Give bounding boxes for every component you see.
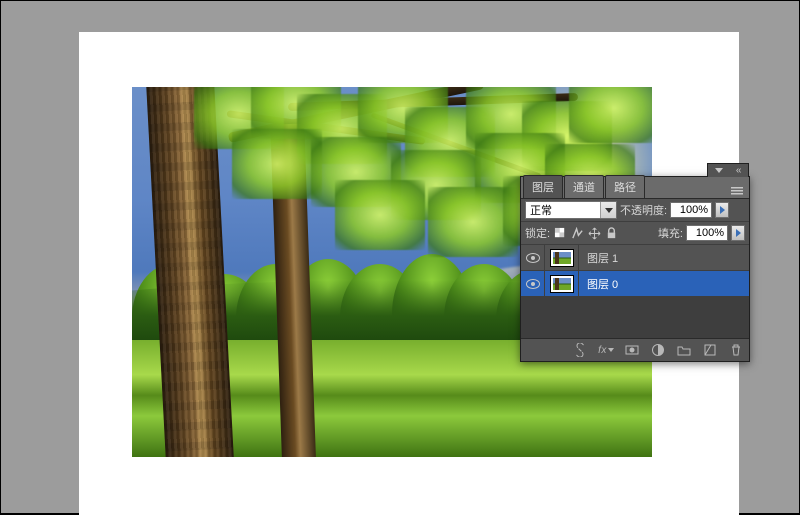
fill-label: 填充: (658, 225, 683, 241)
tab-layers[interactable]: 图层 (523, 175, 563, 198)
panel-footer: fx (521, 339, 749, 361)
lock-pixels-button[interactable] (570, 226, 584, 240)
fill-value[interactable]: 100% (686, 225, 728, 241)
opacity-label: 不透明度: (620, 202, 667, 218)
layers-empty-area[interactable] (521, 297, 749, 339)
panel-menu-button[interactable] (725, 186, 749, 198)
layer-name[interactable]: 图层 1 (579, 250, 618, 266)
layer-group-button[interactable] (675, 341, 693, 359)
layer-name[interactable]: 图层 0 (579, 276, 618, 292)
adjustment-layer-button[interactable] (649, 341, 667, 359)
workspace: « 图层 通道 路径 正常 不透明度: 100% 锁定: 填充: 100% (0, 0, 800, 514)
layer-row[interactable]: 图层 1 (521, 245, 749, 271)
panel-handle[interactable]: « (707, 163, 749, 177)
menu-icon (731, 187, 743, 195)
visibility-toggle[interactable] (521, 245, 545, 270)
lock-all-button[interactable] (604, 226, 618, 240)
layers-panel: « 图层 通道 路径 正常 不透明度: 100% 锁定: 填充: 100% (520, 176, 750, 362)
blend-opacity-row: 正常 不透明度: 100% (521, 199, 749, 222)
lock-transparency-button[interactable] (553, 226, 567, 240)
delete-layer-button[interactable] (727, 341, 745, 359)
layer-thumbnail[interactable] (545, 271, 579, 296)
lock-label: 锁定: (525, 225, 550, 241)
fx-icon: fx (598, 345, 607, 356)
layer-style-button[interactable]: fx (597, 341, 615, 359)
lock-fill-row: 锁定: 填充: 100% (521, 222, 749, 245)
blend-mode-value: 正常 (530, 202, 552, 218)
link-layers-button[interactable] (571, 341, 589, 359)
flyout-icon[interactable]: « (736, 165, 742, 176)
opacity-value[interactable]: 100% (670, 202, 712, 218)
fill-flyout-button[interactable] (731, 225, 745, 241)
tab-channels[interactable]: 通道 (564, 175, 604, 198)
chevron-down-icon (600, 202, 616, 218)
layer-mask-button[interactable] (623, 341, 641, 359)
tab-paths[interactable]: 路径 (605, 175, 645, 198)
layer-row[interactable]: 图层 0 (521, 271, 749, 297)
opacity-flyout-button[interactable] (715, 202, 729, 218)
visibility-toggle[interactable] (521, 271, 545, 296)
collapse-icon[interactable] (715, 168, 723, 173)
panel-tabs: 图层 通道 路径 (521, 177, 749, 199)
new-layer-button[interactable] (701, 341, 719, 359)
layer-thumbnail[interactable] (545, 245, 579, 270)
blend-mode-select[interactable]: 正常 (525, 201, 617, 219)
lock-position-button[interactable] (587, 226, 601, 240)
layer-list: 图层 1 图层 0 (521, 245, 749, 297)
